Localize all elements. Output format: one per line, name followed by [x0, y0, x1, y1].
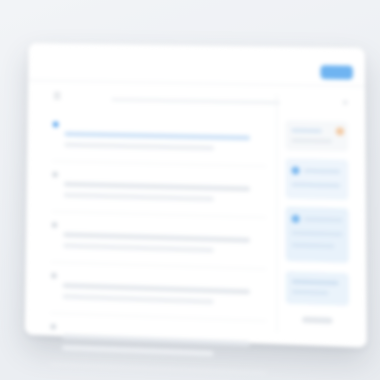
- list-item-line: [62, 293, 214, 305]
- close-icon[interactable]: ✕: [342, 98, 350, 107]
- app-window: ☰ ✕: [24, 43, 367, 374]
- menu-row[interactable]: ☰: [53, 90, 281, 108]
- panel-card[interactable]: [285, 206, 349, 264]
- primary-action-button[interactable]: [320, 65, 353, 80]
- card-line: [291, 279, 339, 286]
- card-line: [303, 168, 341, 174]
- menu-divider: [111, 98, 281, 105]
- side-panel: ✕: [276, 94, 356, 335]
- panel-card[interactable]: [285, 271, 350, 306]
- card-line: [303, 217, 343, 223]
- list-item[interactable]: [52, 111, 267, 167]
- card-line: [291, 243, 335, 249]
- dot-icon: [52, 171, 59, 178]
- card-line: [291, 138, 332, 144]
- panel-card[interactable]: [285, 158, 349, 201]
- item-list: [49, 111, 267, 374]
- list-item-line: [64, 131, 251, 141]
- list-item[interactable]: [51, 212, 267, 270]
- hamburger-icon[interactable]: ☰: [53, 92, 63, 102]
- dot-icon: [50, 323, 57, 330]
- list-item-line: [63, 181, 251, 192]
- dot-icon: [50, 272, 57, 279]
- card-line: [291, 128, 322, 134]
- list-item-line: [63, 243, 214, 253]
- panel-card[interactable]: [285, 120, 349, 152]
- list-item[interactable]: [49, 313, 267, 374]
- blurred-stage: ☰ ✕: [0, 0, 380, 380]
- status-dot-icon: [335, 127, 345, 136]
- list-item[interactable]: [51, 161, 267, 219]
- dot-icon: [51, 221, 58, 229]
- card-line: [291, 289, 329, 296]
- list-item-line: [63, 232, 251, 243]
- list-item[interactable]: [50, 262, 267, 322]
- panel-footer-link[interactable]: [301, 316, 333, 324]
- title-bar: [28, 43, 366, 87]
- card-line: [291, 182, 341, 188]
- avatar-dot-icon: [291, 214, 300, 224]
- list-item-line: [62, 282, 251, 295]
- list-item-line: [61, 345, 214, 357]
- dot-icon: [52, 121, 59, 128]
- list-item-line: [62, 334, 251, 347]
- list-item-line: [64, 142, 215, 151]
- list-item-line: [63, 192, 214, 202]
- avatar-dot-icon: [291, 166, 300, 175]
- card-line: [291, 230, 343, 237]
